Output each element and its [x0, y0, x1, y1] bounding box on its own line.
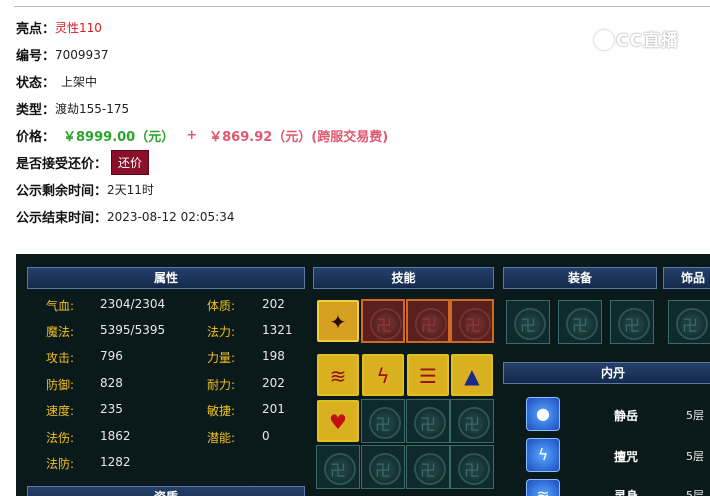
skill-slot-special-empty[interactable] [450, 299, 494, 343]
status-label: 状态： [16, 76, 56, 91]
status-value: 上架中 [61, 75, 98, 89]
attr-endurance: 耐力: [207, 378, 236, 392]
counter-offer-label: 是否接受还价： [16, 157, 108, 172]
blue-figure-icon[interactable]: ● [526, 397, 560, 431]
listing-info: 亮点： 灵性110 编号： 7009937 状态： 上架中 类型： 渡劫155-… [16, 14, 576, 230]
equipment-slot[interactable] [506, 300, 550, 344]
attr-constitution: 体质: [207, 299, 236, 313]
attr-magic-defense-value: 1282 [100, 455, 131, 469]
lightning-icon: ϟ [376, 364, 390, 388]
blue-wave-icon[interactable]: ≋ [526, 479, 560, 496]
attr-hp: 气血: [46, 299, 75, 313]
status-row: 状态： 上架中 [16, 68, 576, 95]
skill-slot-empty[interactable] [406, 445, 450, 489]
skill-slot-empty[interactable] [361, 399, 405, 443]
attr-magic-damage: 法伤: [46, 431, 75, 445]
game-detail-panel: 属性 技能 装备 饰品 内丹 资质 气血: 2304/2304 魔法: 5395… [16, 254, 710, 496]
fire-glyph-icon: ✦ [329, 310, 347, 334]
inner-dan-name: 静岳 [614, 409, 639, 423]
skill-slot-special-empty[interactable] [361, 299, 405, 343]
price-plus: + [186, 128, 198, 143]
attr-attack-value: 796 [100, 349, 123, 363]
counter-offer-button[interactable]: 还价 [111, 150, 150, 175]
attr-hp-value: 2304/2304 [100, 297, 166, 311]
skill-slot-special-empty[interactable] [406, 299, 450, 343]
remaining-label: 公示剩余时间： [16, 184, 108, 199]
end-time-label: 公示结束时间： [16, 211, 108, 226]
remaining-row: 公示剩余时间： 2天11时 [16, 176, 576, 203]
end-time-value: 2023-08-12 02:05:34 [107, 209, 235, 224]
aptitude-header[interactable]: 资质 [27, 486, 305, 496]
skill-slot[interactable]: ▲ [451, 354, 493, 396]
inner-dan-header[interactable]: 内丹 [503, 362, 710, 384]
hooded-figure-icon: ▲ [464, 364, 480, 388]
equipment-slot[interactable] [610, 300, 654, 344]
accessories-header[interactable]: 饰品 [663, 267, 710, 289]
highlight-row: 亮点： 灵性110 [16, 14, 576, 41]
skill-slot-empty[interactable] [450, 399, 494, 443]
inner-dan-level: 5层 [686, 489, 704, 496]
inner-dan-name: 擅咒 [614, 450, 639, 464]
attr-agility: 敏捷: [207, 404, 236, 418]
attr-attack: 攻击: [46, 351, 75, 365]
skill-slot-empty[interactable] [406, 399, 450, 443]
highlight-value: 灵性110 [55, 21, 102, 35]
type-row: 类型： 渡劫155-175 [16, 95, 576, 122]
attr-endurance-value: 202 [262, 376, 285, 390]
highlight-label: 亮点： [16, 22, 56, 37]
skills-header[interactable]: 技能 [313, 267, 494, 289]
id-value: 7009937 [55, 47, 109, 62]
price-main: ￥8999.00（元） [63, 130, 175, 145]
id-label: 编号： [16, 49, 56, 64]
skill-slot[interactable]: ♥ [317, 400, 359, 442]
inner-dan-level: 5层 [686, 450, 704, 463]
skill-slot-empty[interactable] [361, 445, 405, 489]
attr-magic-defense: 法防: [46, 457, 75, 471]
stream-watermark: CC直播 [594, 26, 679, 51]
type-value: 渡劫155-175 [55, 102, 130, 116]
skill-slot[interactable]: ≋ [317, 354, 359, 396]
price-label: 价格： [16, 130, 56, 145]
scroll-icon: ☰ [419, 364, 437, 388]
attr-speed: 速度: [46, 404, 75, 418]
watermark-logo-icon [594, 30, 614, 50]
wave-icon: ≋ [329, 364, 347, 388]
attr-mp: 魔法: [46, 325, 75, 339]
attr-mana: 法力: [207, 325, 236, 339]
price-fee: ￥869.92（元）(跨服交易费) [209, 130, 389, 145]
attr-mana-value: 1321 [262, 323, 293, 337]
price-row: 价格： ￥8999.00（元） + ￥869.92（元）(跨服交易费) [16, 122, 576, 149]
type-label: 类型： [16, 103, 56, 118]
attr-speed-value: 235 [100, 402, 123, 416]
skill-slot-empty[interactable] [450, 445, 494, 489]
attr-defense-value: 828 [100, 376, 123, 390]
counter-offer-row: 是否接受还价： 还价 [16, 149, 576, 176]
remaining-value: 2天11时 [107, 183, 154, 197]
equipment-slot[interactable] [558, 300, 602, 344]
attr-potential: 潜能: [207, 431, 236, 445]
attr-constitution-value: 202 [262, 297, 285, 311]
skill-slot[interactable]: ☰ [407, 354, 449, 396]
skill-slot-empty[interactable] [316, 445, 360, 489]
attr-defense: 防御: [46, 378, 75, 392]
skill-slot-special[interactable]: ✦ [317, 300, 359, 342]
attributes-header[interactable]: 属性 [27, 267, 305, 289]
attr-agility-value: 201 [262, 402, 285, 416]
top-divider [14, 6, 710, 7]
id-row: 编号： 7009937 [16, 41, 576, 68]
attr-magic-damage-value: 1862 [100, 429, 131, 443]
attr-potential-value: 0 [262, 429, 270, 443]
attr-strength-value: 198 [262, 349, 285, 363]
inner-dan-level: 5层 [686, 409, 704, 422]
inner-dan-name: 灵身 [614, 489, 639, 496]
end-time-row: 公示结束时间： 2023-08-12 02:05:34 [16, 203, 576, 230]
attr-strength: 力量: [207, 351, 236, 365]
attr-mp-value: 5395/5395 [100, 323, 166, 337]
equipment-header[interactable]: 装备 [503, 267, 657, 289]
skill-slot[interactable]: ϟ [362, 354, 404, 396]
heart-icon: ♥ [329, 410, 347, 434]
accessory-slot[interactable] [668, 300, 710, 344]
blue-rune-icon[interactable]: ϟ [526, 438, 560, 472]
